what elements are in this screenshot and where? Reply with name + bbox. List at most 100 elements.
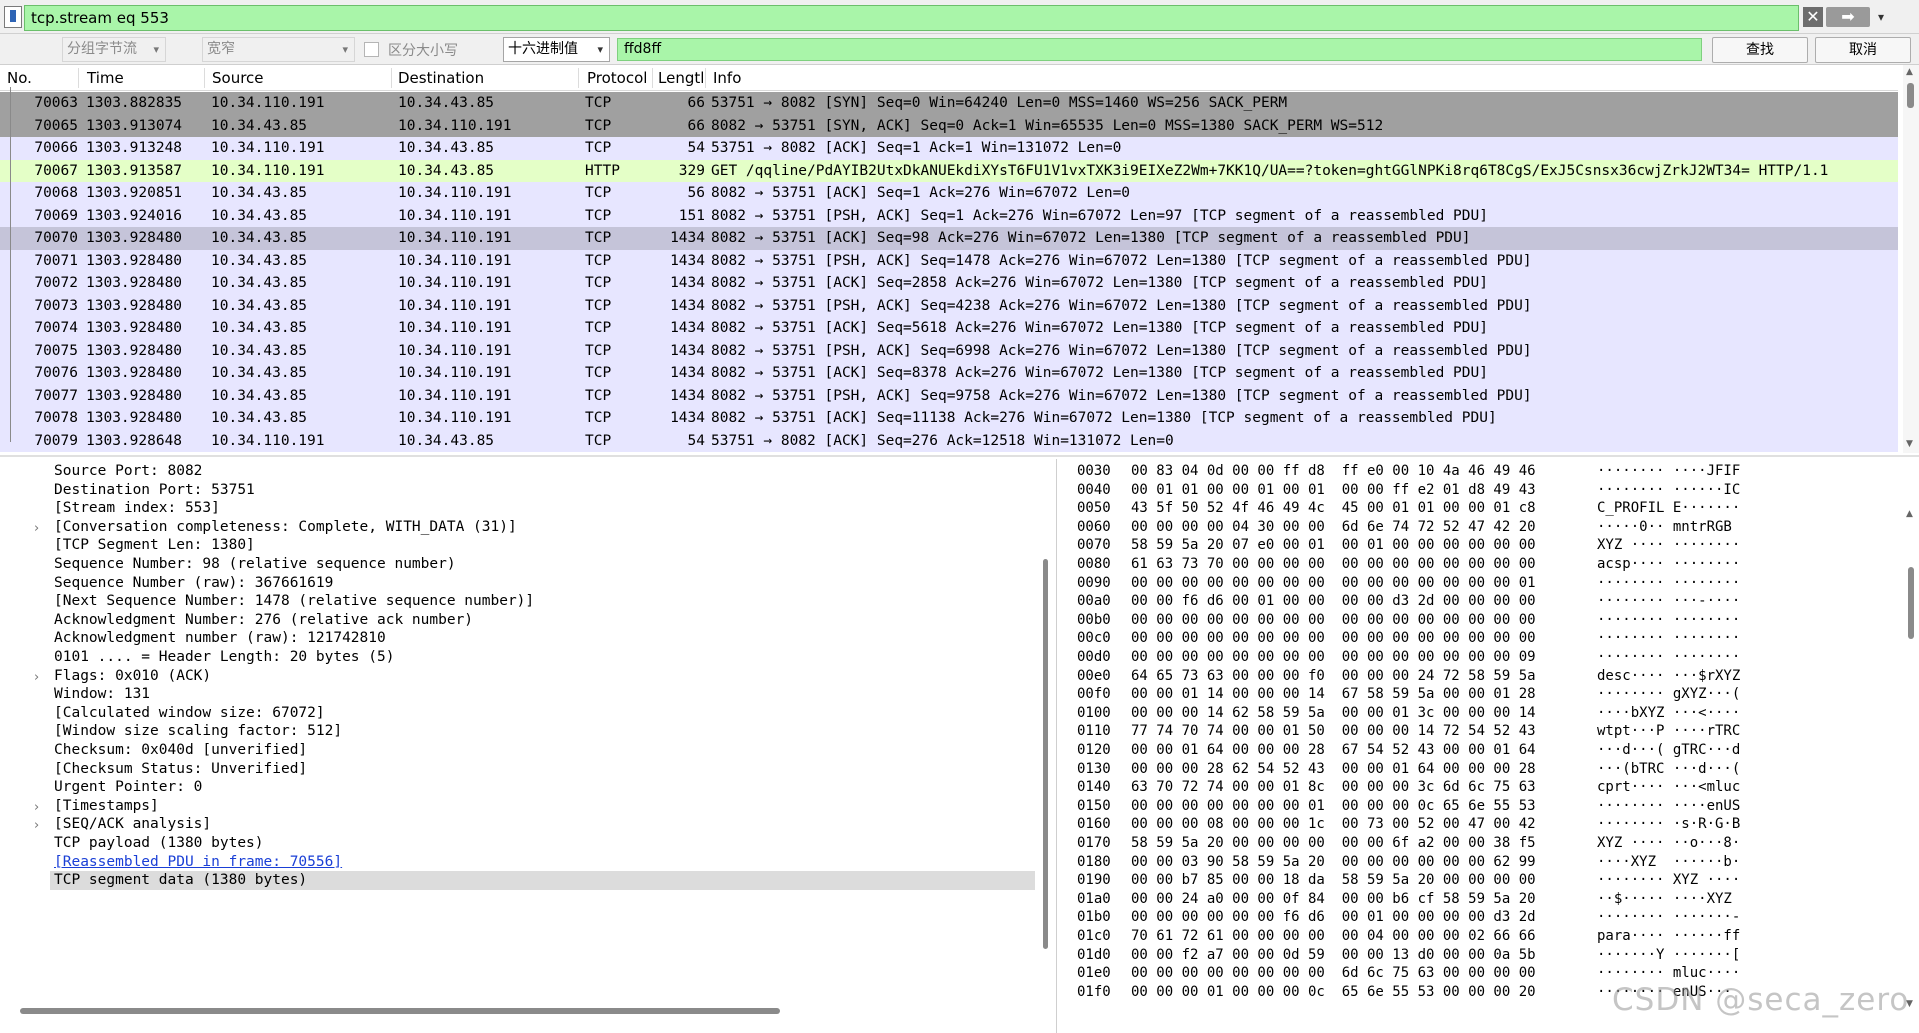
packet-row[interactable]: 70079 1303.928648 10.34.110.191 10.34.43.85… — [0, 429, 1898, 452]
detail-line[interactable]: Destination Port: 53751 — [54, 481, 255, 500]
packet-list-scrollbar[interactable]: ▲ ▼ — [1903, 65, 1919, 453]
packet-row[interactable]: 70068 1303.920851 10.34.43.85 10.34.110.191… — [0, 182, 1898, 205]
hex-offset: 00f0 — [1077, 686, 1111, 703]
detail-line[interactable]: Source Port: 8082 — [54, 462, 202, 481]
packet-row[interactable]: 70074 1303.928480 10.34.43.85 10.34.110.191… — [0, 317, 1898, 340]
detail-line[interactable]: Checksum: 0x040d [unverified] — [54, 741, 307, 760]
chevron-right-icon[interactable]: › — [34, 667, 39, 690]
detail-line[interactable]: [Timestamps] — [54, 797, 159, 816]
chevron-right-icon[interactable]: › — [34, 815, 39, 838]
detail-line[interactable]: Sequence Number: 98 (relative sequence n… — [54, 555, 456, 574]
detail-line[interactable]: [Conversation completeness: Complete, WI… — [54, 518, 517, 537]
hex-bytes: 00 00 00 00 00 00 f6 d6 00 01 00 00 00 0… — [1131, 909, 1536, 926]
packet-row[interactable]: 70067 1303.913587 10.34.110.191 10.34.43.85… — [0, 159, 1898, 182]
chevron-down-icon[interactable]: ▾ — [1872, 7, 1890, 27]
bytes-scrollbar[interactable]: ▲ ▼ — [1903, 459, 1919, 1019]
detail-line[interactable]: Acknowledgment Number: 276 (relative ack… — [54, 611, 473, 630]
packet-cell-src: 10.34.43.85 — [211, 365, 308, 381]
detail-line[interactable]: Window: 131 — [54, 685, 150, 704]
chevron-down-icon: ▾ — [342, 43, 348, 56]
cancel-button[interactable]: 取消 — [1815, 37, 1911, 63]
column-header-info[interactable]: Info — [713, 69, 741, 87]
bookmark-icon[interactable] — [4, 6, 22, 28]
column-header-length[interactable]: Lengtl — [658, 69, 704, 87]
char-width-value: 宽窄 — [207, 41, 235, 57]
detail-line[interactable]: [SEQ/ACK analysis] — [54, 815, 211, 834]
column-header-source[interactable]: Source — [212, 69, 264, 87]
display-filter-input[interactable]: tcp.stream eq 553 — [24, 5, 1799, 31]
ascii-text: ········ ······IC — [1597, 481, 1741, 498]
packet-row[interactable]: 70069 1303.924016 10.34.43.85 10.34.110.191… — [0, 204, 1898, 227]
search-in-select[interactable]: 分组字节流 ▾ — [62, 37, 166, 62]
find-input[interactable]: ffd8ff — [617, 38, 1702, 61]
details-horizontal-scroll-thumb[interactable] — [20, 1008, 780, 1014]
column-header-time[interactable]: Time — [87, 69, 124, 87]
detail-line[interactable]: Sequence Number (raw): 367661619 — [54, 574, 333, 593]
detail-line[interactable]: 0101 .... = Header Length: 20 bytes (5) — [54, 648, 394, 667]
char-width-select[interactable]: 宽窄 ▾ — [202, 37, 355, 62]
packet-cell-proto: TCP — [585, 117, 612, 134]
packet-cell-time: 1303.928648 — [86, 432, 183, 449]
packet-cell-len: 54 — [687, 140, 705, 156]
column-header-no[interactable]: No. — [7, 69, 32, 87]
detail-line[interactable]: [Window size scaling factor: 512] — [54, 722, 342, 741]
packet-cell-src: 10.34.110.191 — [211, 95, 325, 111]
packet-row[interactable]: 70073 1303.928480 10.34.43.85 10.34.110.191… — [0, 294, 1898, 317]
packet-row[interactable]: 70078 1303.928480 10.34.43.85 10.34.110.191… — [0, 407, 1898, 430]
packet-list-header: No. Time Source Destination Protocol Len… — [0, 65, 1898, 91]
hex-bytes: 00 00 24 a0 00 00 0f 84 00 00 b6 cf 58 5… — [1131, 890, 1536, 907]
hex-offset: 01d0 — [1077, 946, 1111, 963]
packet-row[interactable]: 70071 1303.928480 10.34.43.85 10.34.110.191… — [0, 249, 1898, 272]
packet-list-scroll-thumb[interactable] — [1907, 83, 1914, 108]
chevron-down-icon: ▾ — [597, 43, 603, 56]
packet-cell-proto: TCP — [585, 365, 612, 381]
packet-row[interactable]: 70077 1303.928480 10.34.43.85 10.34.110.191… — [0, 384, 1898, 407]
packet-cell-proto: TCP — [585, 320, 612, 336]
packet-row[interactable]: 70065 1303.913074 10.34.43.85 10.34.110.191… — [0, 114, 1898, 137]
packet-cell-info: 8082 → 53751 [ACK] Seq=2858 Ack=276 Win=… — [711, 275, 1488, 291]
clear-filter-icon[interactable]: ✕ — [1803, 7, 1823, 27]
detail-line[interactable]: [Checksum Status: Unverified] — [54, 760, 307, 779]
chevron-right-icon[interactable]: › — [34, 518, 39, 541]
hex-offset: 0110 — [1077, 723, 1111, 740]
bytes-scroll-thumb[interactable] — [1908, 567, 1914, 639]
packet-row[interactable]: 70070 1303.928480 10.34.43.85 10.34.110.191… — [0, 227, 1898, 250]
packet-row[interactable]: 70066 1303.913248 10.34.110.191 10.34.43.85… — [0, 137, 1898, 160]
find-button[interactable]: 查找 — [1712, 37, 1808, 63]
apply-filter-icon[interactable]: ➡ — [1826, 7, 1870, 27]
hex-bytes: 63 70 72 74 00 00 01 8c 00 00 00 3c 6d 6… — [1131, 779, 1536, 796]
column-header-destination[interactable]: Destination — [398, 69, 484, 87]
ascii-text: ··$····· ····XYZ — [1597, 890, 1741, 907]
detail-line[interactable]: Urgent Pointer: 0 — [54, 778, 202, 797]
scroll-down-icon[interactable]: ▼ — [1906, 439, 1913, 449]
case-sensitive-checkbox[interactable] — [364, 42, 379, 57]
detail-line[interactable]: TCP segment data (1380 bytes) — [50, 871, 1035, 890]
reassembled-pdu-link[interactable]: [Reassembled PDU in frame: 70556] — [54, 853, 342, 872]
hex-offset: 0190 — [1077, 872, 1111, 889]
display-filter-bar: tcp.stream eq 553 ✕ ➡ ▾ — [0, 0, 1919, 34]
packet-cell-info: 8082 → 53751 [SYN, ACK] Seq=0 Ack=1 Win=… — [711, 117, 1384, 134]
detail-line[interactable]: Flags: 0x010 (ACK) — [54, 667, 211, 686]
detail-line[interactable]: [Next Sequence Number: 1478 (relative se… — [54, 592, 534, 611]
hex-offset: 01e0 — [1077, 965, 1111, 982]
search-type-select[interactable]: 十六进制值 ▾ — [503, 37, 610, 62]
packet-row[interactable]: 70076 1303.928480 10.34.43.85 10.34.110.191… — [0, 362, 1898, 385]
column-header-protocol[interactable]: Protocol — [587, 69, 647, 87]
detail-line[interactable]: [Calculated window size: 67072] — [54, 704, 325, 723]
scroll-up-icon[interactable]: ▲ — [1906, 67, 1913, 77]
packet-cell-dst: 10.34.110.191 — [398, 342, 512, 359]
packet-list-pane: No. Time Source Destination Protocol Len… — [0, 65, 1919, 457]
packet-cell-dst: 10.34.110.191 — [398, 410, 512, 426]
packet-row[interactable]: 70072 1303.928480 10.34.43.85 10.34.110.191… — [0, 272, 1898, 295]
detail-line[interactable]: [TCP Segment Len: 1380] — [54, 536, 255, 555]
packet-row[interactable]: 70075 1303.928480 10.34.43.85 10.34.110.191… — [0, 339, 1898, 362]
detail-line[interactable]: [Stream index: 553] — [54, 499, 220, 518]
detail-line[interactable]: TCP payload (1380 bytes) — [54, 834, 264, 853]
scroll-up-icon[interactable]: ▲ — [1906, 509, 1913, 519]
details-scrollbar[interactable] — [1036, 459, 1054, 1019]
hex-bytes: 00 83 04 0d 00 00 ff d8 ff e0 00 10 4a 4… — [1131, 463, 1536, 479]
detail-line[interactable]: Acknowledgment number (raw): 121742810 — [54, 629, 386, 648]
packet-cell-proto: TCP — [585, 410, 612, 426]
details-scroll-thumb[interactable] — [1043, 559, 1048, 949]
packet-row[interactable]: 70063 1303.882835 10.34.110.191 10.34.43.85… — [0, 92, 1898, 115]
